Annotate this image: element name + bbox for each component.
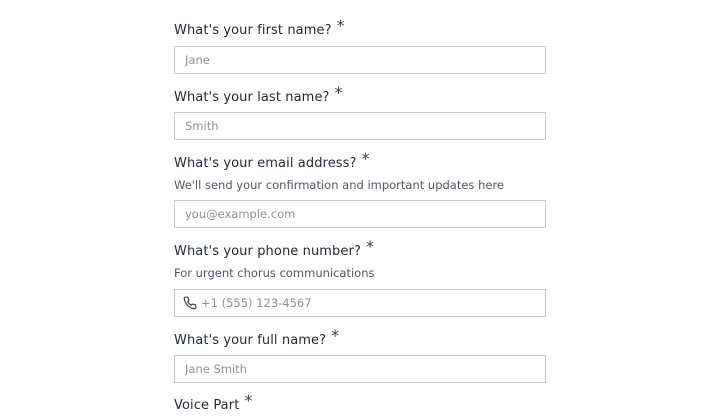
voice-part-field: Voice Part * bbox=[174, 391, 546, 417]
phone-field: What's your phone number? * For urgent c… bbox=[174, 237, 546, 281]
email-input[interactable] bbox=[175, 202, 545, 226]
phone-icon bbox=[182, 295, 197, 311]
email-label-row: What's your email address? * bbox=[174, 149, 546, 175]
voice-part-label: Voice Part bbox=[174, 398, 240, 413]
required-asterisk: * bbox=[331, 326, 340, 345]
first-name-input[interactable] bbox=[175, 48, 545, 72]
required-asterisk: * bbox=[334, 83, 343, 102]
first-name-input-box[interactable] bbox=[174, 46, 546, 74]
email-label: What's your email address? bbox=[174, 156, 357, 171]
required-asterisk: * bbox=[244, 391, 253, 410]
phone-input-box[interactable] bbox=[174, 289, 546, 317]
voice-part-label-row: Voice Part * bbox=[174, 391, 546, 417]
required-asterisk: * bbox=[361, 149, 370, 168]
phone-label: What's your phone number? bbox=[174, 244, 361, 259]
required-asterisk: * bbox=[336, 16, 345, 35]
email-input-box[interactable] bbox=[174, 200, 546, 228]
full-name-label-row: What's your full name? * bbox=[174, 326, 546, 352]
full-name-field: What's your full name? * bbox=[174, 326, 546, 352]
last-name-field: What's your last name? * bbox=[174, 83, 546, 109]
last-name-input[interactable] bbox=[175, 114, 545, 138]
full-name-input-box[interactable] bbox=[174, 355, 546, 383]
last-name-label-row: What's your last name? * bbox=[174, 83, 546, 109]
first-name-label-row: What's your first name? * bbox=[174, 16, 546, 42]
full-name-input[interactable] bbox=[175, 357, 545, 381]
last-name-input-box[interactable] bbox=[174, 112, 546, 140]
phone-input[interactable] bbox=[197, 291, 545, 315]
phone-help-text: For urgent chorus communications bbox=[174, 266, 375, 280]
email-field: What's your email address? * We'll send … bbox=[174, 149, 546, 193]
last-name-label: What's your last name? bbox=[174, 90, 330, 105]
email-help-text: We'll send your confirmation and importa… bbox=[174, 178, 504, 192]
required-asterisk: * bbox=[365, 237, 374, 256]
phone-label-row: What's your phone number? * bbox=[174, 237, 546, 263]
full-name-label: What's your full name? bbox=[174, 333, 327, 348]
first-name-field: What's your first name? * bbox=[174, 16, 546, 42]
first-name-label: What's your first name? bbox=[174, 23, 332, 38]
